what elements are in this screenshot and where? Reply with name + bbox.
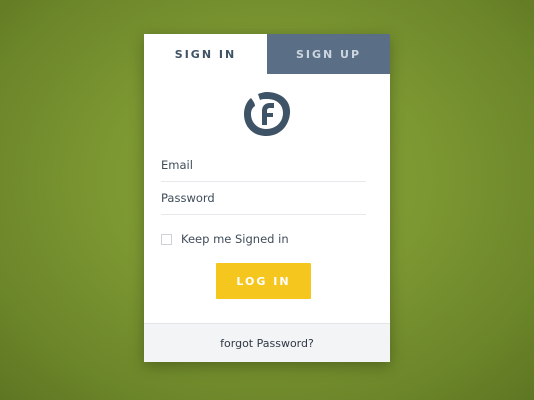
remember-me-row: Keep me Signed in <box>161 229 366 249</box>
email-input[interactable] <box>161 158 366 172</box>
login-button[interactable]: LOG IN <box>216 263 311 299</box>
logo <box>144 74 390 149</box>
leaf-f-logo-icon <box>244 92 291 136</box>
tab-sign-up[interactable]: SIGN UP <box>267 34 390 74</box>
card-footer: forgot Password? <box>144 323 390 362</box>
remember-me-label: Keep me Signed in <box>181 232 289 246</box>
forgot-password-link[interactable]: forgot Password? <box>220 337 314 350</box>
remember-me-checkbox[interactable] <box>161 233 172 245</box>
login-card: SIGN IN SIGN UP Keep me Signed in LOG IN… <box>144 34 390 362</box>
login-form: Keep me Signed in LOG IN <box>144 149 390 299</box>
auth-tabs: SIGN IN SIGN UP <box>144 34 390 74</box>
email-field-row <box>161 149 366 182</box>
login-button-row: LOG IN <box>161 263 366 299</box>
password-field-row <box>161 182 366 215</box>
password-input[interactable] <box>161 191 366 205</box>
tab-sign-in[interactable]: SIGN IN <box>144 34 267 74</box>
